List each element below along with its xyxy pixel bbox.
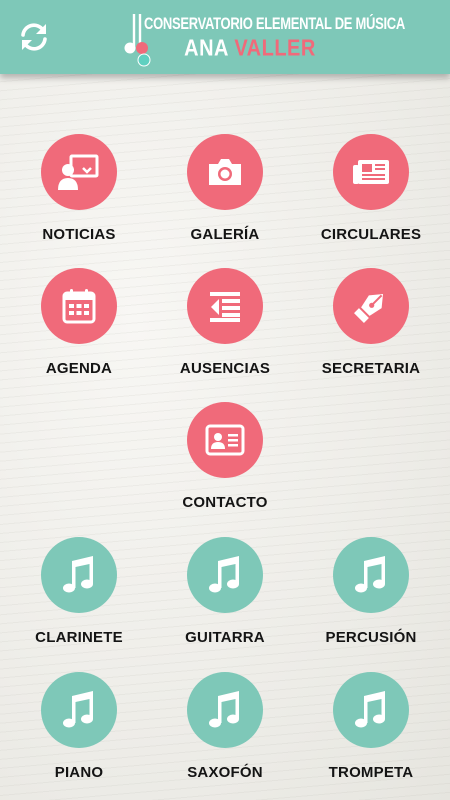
menu-item-saxofon[interactable]: SAXOFÓN (152, 672, 298, 784)
menu-item-galeria[interactable]: GALERÍA (152, 134, 298, 246)
contact-card-icon (205, 424, 245, 456)
secretaria-icon-circle (333, 268, 409, 344)
galeria-icon-circle (187, 134, 263, 210)
piano-label: PIANO (54, 764, 104, 781)
music-note-icon (355, 556, 385, 593)
circulares-label: CIRCULARES (320, 226, 422, 243)
menu-item-trompeta[interactable]: TROMPETA (298, 672, 444, 784)
menu-item-circulares[interactable]: CIRCULARES (298, 134, 444, 246)
menu-item-secretaria[interactable]: SECRETARIA (298, 268, 444, 380)
contacto-label: CONTACTO (182, 494, 268, 511)
ausencias-icon-circle (187, 268, 263, 344)
ausencias-label: AUSENCIAS (179, 360, 271, 377)
saxofon-icon-circle (187, 672, 263, 748)
noticias-icon-circle (41, 134, 117, 210)
app-logo: CONSERVATORIO ELEMENTAL DE MÚSICA ANA VA… (122, 12, 405, 68)
circulares-icon-circle (333, 134, 409, 210)
presentation-user-icon (58, 154, 99, 190)
music-note-icon (63, 556, 93, 593)
menu-item-guitarra[interactable]: GUITARRA (152, 537, 298, 649)
menu-item-percusion[interactable]: PERCUSIÓN (298, 537, 444, 649)
percusion-icon-circle (333, 537, 409, 613)
noticias-label: NOTICIAS (42, 226, 116, 243)
guitarra-icon-circle (187, 537, 263, 613)
trompeta-label: TROMPETA (328, 764, 414, 781)
secretaria-label: SECRETARIA (321, 360, 421, 377)
logo-name-second: VALLER (234, 36, 316, 62)
music-note-icon (209, 691, 239, 728)
menu-item-ausencias[interactable]: AUSENCIAS (152, 268, 298, 380)
refresh-button[interactable] (16, 19, 52, 55)
percusion-label: PERCUSIÓN (325, 629, 417, 646)
newspaper-icon (353, 160, 389, 184)
refresh-icon (21, 23, 47, 51)
piano-icon-circle (41, 672, 117, 748)
agenda-label: AGENDA (45, 360, 113, 377)
saxofon-label: SAXOFÓN (187, 764, 263, 781)
camera-icon (209, 159, 241, 185)
logo-title-line: CONSERVATORIO ELEMENTAL DE MÚSICA (144, 14, 405, 33)
menu-item-noticias[interactable]: NOTICIAS (6, 134, 152, 246)
contacto-icon-circle (187, 402, 263, 478)
fountain-pen-icon (354, 293, 384, 323)
menu-item-contacto[interactable]: CONTACTO (152, 402, 298, 514)
music-note-icon (355, 691, 385, 728)
calendar-icon (62, 289, 96, 324)
music-note-icon (63, 691, 93, 728)
galeria-label: GALERÍA (190, 226, 260, 243)
clarinete-icon-circle (41, 537, 117, 613)
menu-item-clarinete[interactable]: CLARINETE (6, 537, 152, 649)
agenda-icon-circle (41, 268, 117, 344)
menu-item-piano[interactable]: PIANO (6, 672, 152, 784)
menu-item-agenda[interactable]: AGENDA (6, 268, 152, 380)
app-header: CONSERVATORIO ELEMENTAL DE MÚSICA ANA VA… (0, 0, 450, 74)
outdent-icon (210, 292, 240, 322)
clarinete-label: CLARINETE (35, 629, 123, 646)
logo-name-first: ANA (184, 36, 229, 62)
logo-name: ANA VALLER (122, 36, 378, 62)
music-note-icon (209, 556, 239, 593)
trompeta-icon-circle (333, 672, 409, 748)
guitarra-label: GUITARRA (185, 629, 265, 646)
